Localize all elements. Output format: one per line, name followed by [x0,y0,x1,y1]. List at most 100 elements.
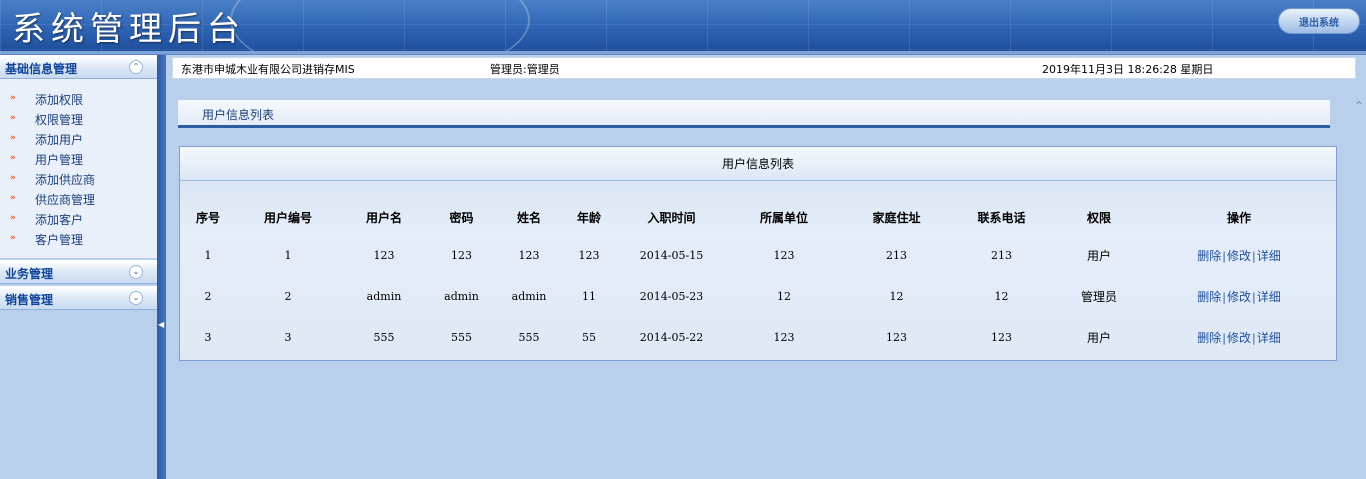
double-chevron-right-icon: » [10,172,16,183]
sidebar-item-user-management[interactable]: » 用户管理 [10,150,150,168]
column-header: 操作 [1226,210,1251,225]
cell-name: 123 [518,249,540,262]
menu-group-sales[interactable]: 销售管理 ⌄ [0,286,157,310]
sidebar-item-permission-management[interactable]: » 权限管理 [10,110,150,128]
cell-actions: 删除|修改|详细 [1144,276,1334,317]
double-chevron-up-icon[interactable]: ⌃ [129,60,143,74]
sidebar-item-label: 用户管理 [35,153,84,167]
cell-user-id: 2 [284,290,292,303]
table-header-row: 序号 用户编号 用户名 密码 姓名 年龄 入职时间 所属单位 家庭住址 联系电话… [184,199,1334,235]
sidebar-item-label: 添加权限 [35,93,84,107]
double-chevron-right-icon: » [10,112,16,123]
datetime: 2019年11月3日 18:26:28 星期日 [1042,63,1214,76]
double-chevron-down-icon[interactable]: ⌄ [129,265,143,279]
menu-group-business[interactable]: 业务管理 ⌄ [0,260,157,284]
cell-name: 555 [518,331,540,344]
cell-hire-date: 2014-05-23 [639,290,704,303]
detail-link[interactable]: 详细 [1257,290,1281,304]
cell-index: 2 [204,290,212,303]
delete-link[interactable]: 删除 [1197,290,1221,304]
cell-department: 12 [777,290,791,303]
sidebar: 基础信息管理 ⌃ » 添加权限 » 权限管理 » 添加用户 » 用户管理 » 添… [0,55,166,479]
cell-username: 123 [373,249,395,262]
sidebar-item-supplier-management[interactable]: » 供应商管理 [10,190,150,208]
detail-link[interactable]: 详细 [1257,331,1281,345]
cell-hire-date: 2014-05-22 [639,331,704,344]
column-header: 序号 [195,210,220,225]
double-chevron-right-icon: » [10,232,16,243]
column-header: 所属单位 [759,210,808,225]
column-header: 用户编号 [263,210,312,225]
cell-user-id: 3 [284,331,292,344]
cell-name: admin [511,290,547,303]
edit-link[interactable]: 修改 [1227,331,1251,345]
cell-phone: 123 [991,331,1012,344]
cell-username: 555 [373,331,395,344]
cell-age: 11 [582,290,596,303]
sidebar-item-add-permission[interactable]: » 添加权限 [10,90,150,108]
column-header: 联系电话 [977,210,1026,225]
menu-group-label: 业务管理 [5,267,54,281]
cell-actions: 删除|修改|详细 [1144,235,1334,276]
panel-title: 用户信息列表 [180,147,1336,181]
column-header: 密码 [449,210,474,225]
sidebar-item-label: 供应商管理 [35,193,96,207]
sidebar-item-add-user[interactable]: » 添加用户 [10,130,150,148]
menu-group-basic-info[interactable]: 基础信息管理 ⌃ [0,55,157,79]
cell-address: 12 [889,290,904,303]
user-list-panel: 用户信息列表 序号 用户编号 用户名 密码 姓名 年龄 入职时间 所属单位 家庭… [179,146,1337,361]
sidebar-item-add-supplier[interactable]: » 添加供应商 [10,170,150,188]
cell-user-id: 1 [284,249,292,262]
cell-phone: 12 [994,290,1009,303]
cell-permission: 用户 [1086,331,1111,345]
sidebar-splitter[interactable]: ◀ [157,55,166,479]
delete-link[interactable]: 删除 [1197,331,1221,345]
sidebar-item-label: 添加客户 [35,213,84,227]
sidebar-item-label: 权限管理 [35,113,84,127]
menu-group-basic-info-items: » 添加权限 » 权限管理 » 添加用户 » 用户管理 » 添加供应商 » 供应… [0,79,157,258]
column-header: 姓名 [516,210,541,225]
collapse-arrow-icon[interactable]: ◀ [158,320,164,329]
double-chevron-right-icon: » [10,92,16,103]
cell-permission: 用户 [1086,249,1111,263]
column-header: 家庭住址 [872,210,921,225]
cell-phone: 213 [991,249,1012,262]
sidebar-item-label: 添加供应商 [35,173,96,187]
table-row: 1 1 123 123 123 123 2014-05-15 123 213 2… [184,235,1334,276]
double-chevron-right-icon: » [10,212,16,223]
edit-link[interactable]: 修改 [1227,249,1251,263]
cell-hire-date: 2014-05-15 [639,249,704,262]
company-name: 东港市申城木业有限公司进销存MIS [181,63,355,76]
sidebar-item-customer-management[interactable]: » 客户管理 [10,230,150,248]
sidebar-menu: 基础信息管理 ⌃ » 添加权限 » 权限管理 » 添加用户 » 用户管理 » 添… [0,55,157,479]
cell-actions: 删除|修改|详细 [1144,317,1334,358]
sidebar-item-label: 添加用户 [35,133,84,147]
logout-button[interactable]: 退出系统 [1278,8,1360,34]
double-chevron-right-icon: » [10,152,16,163]
cell-index: 3 [204,331,212,344]
info-bar: 东港市申城木业有限公司进销存MIS 管理员:管理员 2019年11月3日 18:… [172,57,1356,79]
sidebar-item-add-customer[interactable]: » 添加客户 [10,210,150,228]
delete-link[interactable]: 删除 [1197,249,1221,263]
cell-address: 213 [886,249,907,262]
tab-user-list[interactable]: 用户信息列表 [202,106,274,123]
detail-link[interactable]: 详细 [1257,249,1281,263]
cell-department: 123 [773,249,795,262]
double-chevron-right-icon: » [10,192,16,203]
column-header: 权限 [1086,210,1111,225]
cell-password: 555 [451,331,472,344]
cell-department: 123 [773,331,795,344]
cell-age: 123 [578,249,600,262]
cell-password: 123 [451,249,472,262]
column-header: 年龄 [576,210,601,225]
app-title: 系统管理后台 [12,9,246,48]
double-chevron-down-icon[interactable]: ⌄ [129,291,143,305]
menu-group-label: 销售管理 [5,293,54,307]
user-table: 序号 用户编号 用户名 密码 姓名 年龄 入职时间 所属单位 家庭住址 联系电话… [184,199,1334,358]
double-chevron-right-icon: » [10,132,16,143]
main-content: 东港市申城木业有限公司进销存MIS 管理员:管理员 2019年11月3日 18:… [166,55,1366,479]
scroll-up-icon[interactable]: ⌃ [1354,99,1364,113]
edit-link[interactable]: 修改 [1227,290,1251,304]
header-banner: 系统管理后台 退出系统 [0,0,1366,51]
header-swoosh-decoration [230,0,530,51]
